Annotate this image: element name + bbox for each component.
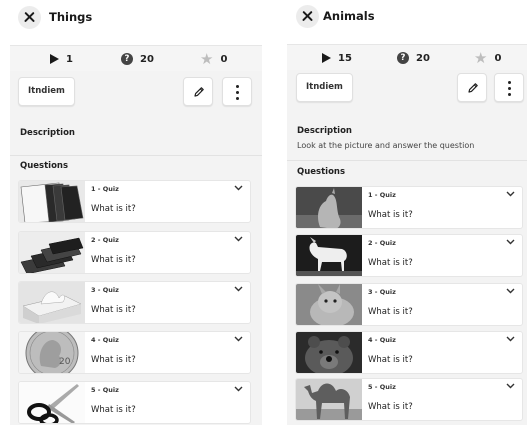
pencil-icon xyxy=(468,83,478,93)
question-card[interactable]: 20 4 - Quiz What is it? xyxy=(18,331,251,374)
question-text: What is it? xyxy=(91,255,136,265)
question-card[interactable]: 1 - Quiz What is it? xyxy=(295,186,523,229)
more-button[interactable] xyxy=(222,77,252,106)
question-card[interactable]: 4 - Quiz What is it? xyxy=(295,331,523,374)
question-card[interactable]: 2 - Quiz What is it? xyxy=(18,231,251,274)
chevron-down-icon[interactable] xyxy=(506,239,515,245)
chevron-down-icon[interactable] xyxy=(234,386,243,392)
play-icon xyxy=(322,53,331,63)
question-thumbnail xyxy=(296,332,362,373)
star-icon: ★ xyxy=(200,50,214,68)
question-text: What is it? xyxy=(368,258,413,268)
more-vertical-icon xyxy=(236,85,239,100)
quiz-panel-things: Things 1 ? 20 ★ 0 Itndiem Description Qu… xyxy=(10,0,262,425)
help-icon: ? xyxy=(121,53,133,65)
chevron-down-icon[interactable] xyxy=(506,288,515,294)
description-label: Description xyxy=(297,126,352,136)
question-thumbnail: 20 xyxy=(19,332,85,373)
description-text: Look at the picture and answer the quest… xyxy=(297,141,475,150)
stats-bar: 1 ? 20 ★ 0 xyxy=(10,45,262,71)
question-card[interactable]: 1 - Quiz What is it? xyxy=(18,180,251,223)
chevron-down-icon[interactable] xyxy=(506,336,515,342)
edit-button[interactable] xyxy=(183,77,213,106)
edit-button[interactable] xyxy=(457,73,487,102)
question-thumbnail xyxy=(296,235,362,276)
question-text: What is it? xyxy=(91,355,136,365)
question-thumbnail xyxy=(19,382,85,423)
question-text: What is it? xyxy=(91,305,136,315)
panel-title: Animals xyxy=(323,9,375,23)
plays-count: 15 xyxy=(338,52,352,64)
chevron-down-icon[interactable] xyxy=(506,383,515,389)
chevron-down-icon[interactable] xyxy=(506,191,515,197)
question-number: 2 - Quiz xyxy=(368,239,396,247)
question-number: 4 - Quiz xyxy=(368,336,396,344)
questions-count: 20 xyxy=(140,53,154,65)
stars-count: 0 xyxy=(494,52,502,64)
question-number: 5 - Quiz xyxy=(91,386,119,394)
question-number: 3 - Quiz xyxy=(91,286,119,294)
question-number: 2 - Quiz xyxy=(91,236,119,244)
question-number: 4 - Quiz xyxy=(91,336,119,344)
question-number: 1 - Quiz xyxy=(368,191,396,199)
questions-stat: ? 20 xyxy=(397,51,430,65)
chevron-down-icon[interactable] xyxy=(234,185,243,191)
panel-header: Things xyxy=(10,0,262,38)
question-thumbnail xyxy=(19,232,85,273)
panel-title: Things xyxy=(49,10,93,24)
more-vertical-icon xyxy=(508,81,511,96)
chevron-down-icon[interactable] xyxy=(234,336,243,342)
star-icon: ★ xyxy=(474,49,488,67)
question-card[interactable]: 3 - Quiz What is it? xyxy=(18,281,251,324)
plays-stat: 1 xyxy=(50,52,73,66)
description-label: Description xyxy=(20,128,75,138)
question-text: What is it? xyxy=(368,307,413,317)
close-icon[interactable] xyxy=(18,6,41,29)
panel-content: Itndiem Description Look at the picture … xyxy=(287,70,527,425)
chevron-down-icon[interactable] xyxy=(234,236,243,242)
question-number: 1 - Quiz xyxy=(91,185,119,193)
stats-bar: 15 ? 20 ★ 0 xyxy=(287,44,527,70)
question-card[interactable]: 5 - Quiz What is it? xyxy=(18,381,251,424)
svg-text:20: 20 xyxy=(59,357,71,367)
panel-content: Itndiem Description Questions 1 - Quiz W… xyxy=(10,71,262,425)
question-thumbnail xyxy=(296,187,362,228)
question-thumbnail xyxy=(296,379,362,420)
question-thumbnail xyxy=(296,284,362,325)
plays-count: 1 xyxy=(66,53,73,65)
stars-stat: ★ 0 xyxy=(474,49,502,67)
question-text: What is it? xyxy=(368,355,413,365)
question-card[interactable]: 3 - Quiz What is it? xyxy=(295,283,523,326)
question-card[interactable]: 5 - Quiz What is it? xyxy=(295,378,523,421)
question-card[interactable]: 2 - Quiz What is it? xyxy=(295,234,523,277)
tag-button[interactable]: Itndiem xyxy=(18,77,75,106)
question-text: What is it? xyxy=(91,204,136,214)
question-number: 3 - Quiz xyxy=(368,288,396,296)
question-text: What is it? xyxy=(91,405,136,415)
stars-count: 0 xyxy=(220,53,228,65)
divider xyxy=(10,155,262,156)
tag-button[interactable]: Itndiem xyxy=(296,73,353,102)
chevron-down-icon[interactable] xyxy=(234,286,243,292)
help-icon: ? xyxy=(397,52,409,64)
question-number: 5 - Quiz xyxy=(368,383,396,391)
questions-label: Questions xyxy=(20,161,69,171)
questions-stat: ? 20 xyxy=(121,52,154,66)
pencil-icon xyxy=(194,87,204,97)
more-button[interactable] xyxy=(494,73,524,102)
panel-header: Animals xyxy=(287,0,527,38)
quiz-panel-animals: Animals 15 ? 20 ★ 0 Itndiem Description … xyxy=(287,0,527,425)
questions-label: Questions xyxy=(297,167,346,177)
stars-stat: ★ 0 xyxy=(200,50,228,68)
question-text: What is it? xyxy=(368,210,413,220)
plays-stat: 15 xyxy=(322,51,352,65)
divider xyxy=(287,160,527,161)
close-icon[interactable] xyxy=(296,5,319,28)
question-text: What is it? xyxy=(368,402,413,412)
question-thumbnail xyxy=(19,282,85,323)
questions-count: 20 xyxy=(416,52,430,64)
play-icon xyxy=(50,54,59,64)
question-thumbnail xyxy=(19,181,85,222)
